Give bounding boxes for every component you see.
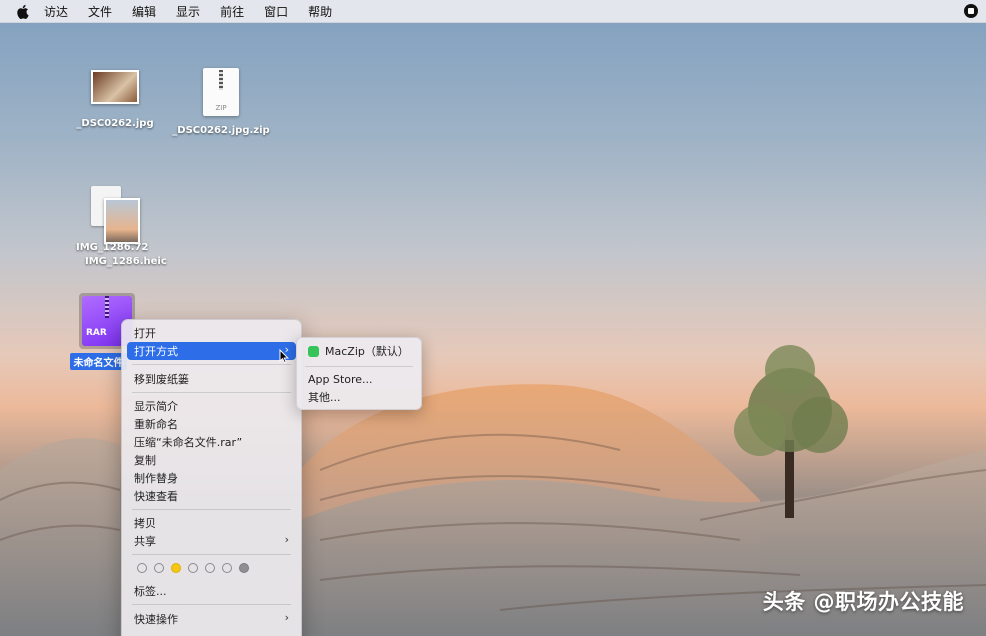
zip-badge: ZIP [215, 104, 227, 112]
submenu-item-label: MacZip（默认） [325, 345, 409, 358]
menu-item-quick-look[interactable]: 快速查看 [127, 487, 296, 505]
chevron-right-icon: › [284, 533, 289, 546]
file-name-label: _DSC0262.jpg.zip [172, 125, 270, 136]
menu-item-duplicate[interactable]: 复制 [127, 451, 296, 469]
menu-bar: 访达 文件 编辑 显示 前往 窗口 帮助 [0, 0, 986, 23]
menu-item-tags[interactable]: 标签... [127, 582, 296, 600]
menu-item-label: 快速操作 [134, 613, 178, 626]
mouse-cursor-icon [279, 349, 289, 364]
menu-finder[interactable]: 访达 [44, 3, 68, 20]
file-name-label-back: IMG_1286.72 [76, 242, 149, 253]
file-name-label: _DSC0262.jpg [76, 118, 154, 129]
tag-color-dot[interactable] [154, 563, 164, 573]
menu-view[interactable]: 显示 [176, 3, 200, 20]
menu-item-label: 重新命名 [134, 418, 178, 431]
file-name-label: 未命名文件 [70, 353, 127, 370]
menu-item-rename[interactable]: 重新命名 [127, 415, 296, 433]
menu-file[interactable]: 文件 [88, 3, 112, 20]
open-with-submenu: MacZip（默认） App Store... 其他... [296, 337, 422, 410]
menu-item-copy[interactable]: 拷贝 [127, 514, 296, 532]
menu-item-label: 打开 [134, 327, 156, 340]
zip-file-icon: ZIP [203, 68, 239, 116]
menu-separator [132, 604, 291, 605]
submenu-item-other[interactable]: 其他... [302, 388, 416, 406]
menu-item-share[interactable]: 共享 › [127, 532, 296, 550]
tag-color-dot[interactable] [188, 563, 198, 573]
chevron-right-icon: › [284, 611, 289, 624]
menu-item-label: 打开方式 [134, 345, 178, 358]
screen-record-stop-icon[interactable] [964, 4, 978, 18]
submenu-item-maczip[interactable]: MacZip（默认） [302, 342, 416, 360]
context-menu: 打开 打开方式 › 移到废纸篓 显示简介 重新命名 压缩“未命名文件.rar” 复… [121, 319, 302, 636]
menu-item-label: 压缩“未命名文件.rar” [134, 436, 243, 449]
menu-item-get-info[interactable]: 显示简介 [127, 397, 296, 415]
menu-edit[interactable]: 编辑 [132, 3, 156, 20]
desktop-icon-photo[interactable]: _DSC0262.jpg [70, 70, 160, 129]
submenu-item-label: 其他... [308, 391, 341, 404]
menu-item-make-alias[interactable]: 制作替身 [127, 469, 296, 487]
desktop-icon-heic[interactable]: IMG_1286.72 IMG_1286.heic [70, 186, 170, 270]
menu-help[interactable]: 帮助 [308, 3, 332, 20]
menu-item-label: 复制 [134, 454, 156, 467]
menu-go[interactable]: 前往 [220, 3, 244, 20]
menu-separator [132, 364, 291, 365]
desktop-icon-zip[interactable]: ZIP _DSC0262.jpg.zip [172, 68, 270, 136]
menu-separator [132, 509, 291, 510]
menu-separator [305, 366, 413, 367]
menu-item-label: 标签... [134, 585, 167, 598]
menu-separator [132, 554, 291, 555]
file-name-label: IMG_1286.heic [85, 256, 167, 267]
menu-item-label: 显示简介 [134, 400, 178, 413]
rar-badge: RAR [86, 328, 107, 338]
apple-logo-icon[interactable] [14, 3, 30, 19]
menu-window[interactable]: 窗口 [264, 3, 288, 20]
menu-item-label: 拷贝 [134, 517, 156, 530]
desktop[interactable]: 访达 文件 编辑 显示 前往 窗口 帮助 _DSC0262.jpg ZIP _D… [0, 0, 986, 636]
tag-color-dot-gray[interactable] [239, 563, 249, 573]
watermark-text: 头条 @职场办公技能 [762, 590, 964, 614]
menu-separator [132, 392, 291, 393]
menu-item-quick-actions[interactable]: 快速操作 › [127, 610, 296, 628]
submenu-item-app-store[interactable]: App Store... [302, 370, 416, 388]
tag-color-picker [137, 563, 249, 573]
menu-item-label: 快速查看 [134, 490, 178, 503]
menu-item-open-with[interactable]: 打开方式 › [127, 342, 296, 360]
menu-item-compress[interactable]: 压缩“未命名文件.rar” [127, 433, 296, 451]
image-thumbnail-icon [104, 198, 140, 244]
photo-thumbnail-icon [91, 70, 139, 104]
maczip-app-icon [308, 345, 319, 357]
tag-color-dot-yellow[interactable] [171, 563, 181, 573]
submenu-item-label: App Store... [308, 372, 373, 386]
tag-color-dot[interactable] [222, 563, 232, 573]
menu-item-move-to-trash[interactable]: 移到废纸篓 [127, 370, 296, 388]
menu-item-label: 制作替身 [134, 472, 178, 485]
tag-color-dot[interactable] [205, 563, 215, 573]
menu-item-open[interactable]: 打开 [127, 324, 296, 342]
menu-item-label: 共享 [134, 535, 156, 548]
menu-item-label: 移到废纸篓 [134, 373, 189, 386]
tag-color-dot[interactable] [137, 563, 147, 573]
